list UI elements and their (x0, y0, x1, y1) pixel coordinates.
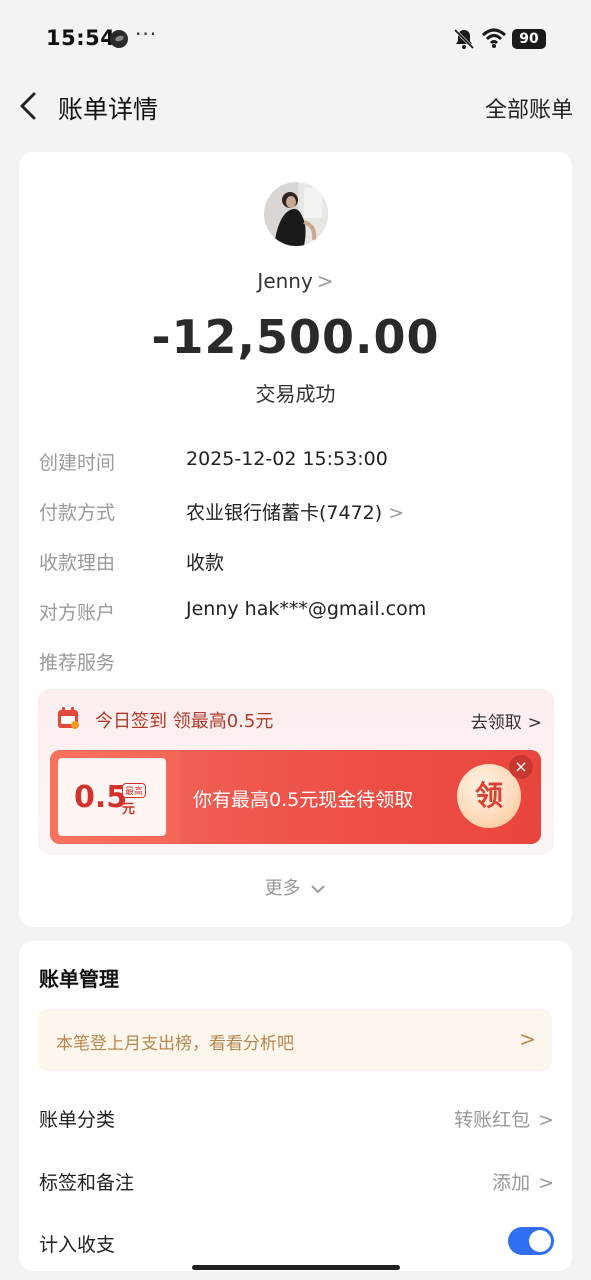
detail-row-counterparty: 对方账户 Jenny hak***@gmail.com (39, 598, 559, 628)
battery-icon: 90 (512, 29, 546, 49)
chevron-right-icon: > (538, 1109, 554, 1131)
detail-value: 收款 (186, 552, 225, 574)
more-label: 更多 (264, 878, 301, 899)
chevron-right-icon: > (316, 269, 334, 293)
detail-row-reason: 收款理由 收款 (39, 548, 559, 578)
detail-label: 付款方式 (39, 502, 116, 524)
detail-value: Jenny hak***@gmail.com (186, 598, 427, 620)
chevron-right-icon: > (519, 1027, 536, 1051)
chevron-left-icon[interactable] (16, 90, 42, 122)
detail-value: 2025-12-02 15:53:00 (186, 448, 388, 470)
detail-row-created-time: 创建时间 2025-12-02 15:53:00 (39, 448, 559, 478)
promo-go-label: 去领取 (470, 713, 522, 733)
chevron-right-icon: > (538, 1172, 554, 1194)
coupon-card[interactable]: 0.5 最高 元 你有最高0.5元现金待领取 领 × (50, 750, 541, 844)
home-indicator[interactable] (192, 1265, 400, 1270)
detail-label: 推荐服务 (39, 652, 116, 674)
detail-value: 农业银行储蓄卡(7472) (186, 502, 383, 524)
analysis-banner[interactable]: 本笔登上月支出榜，看看分析吧 > (38, 1009, 552, 1071)
add-value: 添加 (492, 1172, 531, 1194)
transaction-status: 交易成功 (255, 382, 336, 406)
wifi-icon (481, 28, 507, 48)
category-row[interactable]: 账单分类 转账红包 > (39, 1105, 554, 1135)
status-time: 15:54 (46, 26, 116, 50)
row-label: 账单分类 (39, 1109, 116, 1131)
coupon-tag: 最高 (122, 783, 147, 798)
include-in-stats-row: 计入收支 (39, 1227, 554, 1260)
row-value-wrap: 添加 > (492, 1168, 554, 1195)
payee-name-link[interactable]: Jenny > (19, 269, 572, 293)
row-label: 标签和备注 (39, 1172, 135, 1194)
chevron-right-icon: > (388, 502, 405, 524)
detail-label: 收款理由 (39, 552, 116, 574)
detail-value-wrap: 农业银行储蓄卡(7472) > (186, 498, 404, 525)
coupon-amount: 0.5 (74, 780, 128, 815)
promo-title: 今日签到 领最高0.5元 (95, 711, 274, 732)
analysis-text: 本笔登上月支出榜，看看分析吧 (56, 1034, 294, 1054)
status-bar: 15:54 ··· 90 (0, 0, 591, 80)
transaction-amount: -12,500.00 (151, 310, 440, 364)
calendar-icon (58, 707, 79, 729)
row-value-wrap: 转账红包 > (454, 1105, 554, 1132)
detail-row-payment-method[interactable]: 付款方式 农业银行储蓄卡(7472) > (39, 498, 559, 528)
coupon-unit: 元 (122, 802, 136, 817)
detail-label: 创建时间 (39, 452, 116, 474)
category-value: 转账红包 (454, 1109, 531, 1131)
promo-banner: 今日签到 领最高0.5元 去领取 > 0.5 最高 元 你有最高0.5元现金待领取… (38, 689, 554, 855)
more-toggle[interactable]: 更多 (19, 874, 572, 900)
include-in-stats-toggle[interactable] (508, 1227, 554, 1255)
nav-bar: 账单详情 全部账单 (0, 80, 591, 132)
status-more: ··· (135, 22, 158, 46)
bill-management-card: 账单管理 本笔登上月支出榜，看看分析吧 > 账单分类 转账红包 > 标签和备注 添… (19, 941, 572, 1271)
section-title: 账单管理 (39, 967, 119, 991)
payee-name: Jenny (257, 269, 313, 293)
promo-claim-link[interactable]: 去领取 > (471, 708, 542, 733)
row-label: 计入收支 (39, 1234, 116, 1256)
chevron-down-icon (311, 885, 326, 894)
all-bills-link[interactable]: 全部账单 (485, 92, 573, 124)
coupon-text: 你有最高0.5元现金待领取 (193, 789, 414, 811)
detail-row-recommended: 推荐服务 (39, 648, 559, 678)
page-title: 账单详情 (58, 95, 159, 124)
tags-notes-row[interactable]: 标签和备注 添加 > (39, 1168, 554, 1198)
close-icon[interactable]: × (509, 755, 533, 779)
avatar[interactable] (264, 182, 328, 246)
detail-label: 对方账户 (39, 602, 116, 624)
notification-icon (110, 30, 128, 48)
chevron-right-icon: > (527, 713, 542, 733)
mute-icon (453, 28, 475, 50)
transaction-card: Jenny > -12,500.00 交易成功 创建时间 2025-12-02 1… (19, 152, 572, 927)
